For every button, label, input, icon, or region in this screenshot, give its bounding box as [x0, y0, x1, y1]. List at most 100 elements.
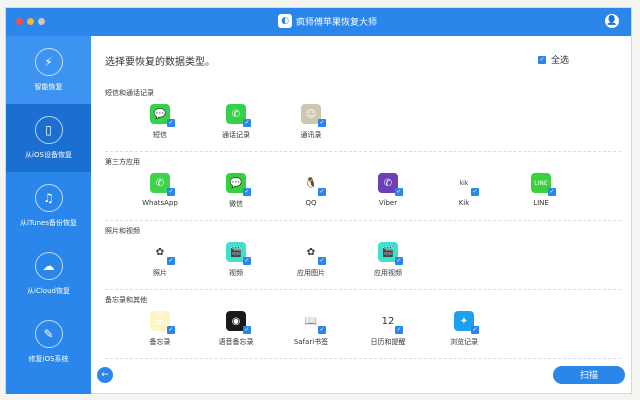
qq-icon: 🐧 ✓ [301, 173, 326, 196]
item-label: 应用图片 [297, 269, 325, 277]
smart-recovery-icon: ⚡ [34, 48, 63, 76]
data-type-item[interactable]: kik ✓ Kik [429, 173, 499, 207]
icon-glyph: ☰ [155, 315, 165, 327]
app-video-icon: 🎬 ✓ [378, 242, 403, 265]
checkbox-icon: ✓ [537, 55, 546, 64]
sidebar-item-2[interactable]: ♫ 从iTunes备份恢复 [6, 172, 91, 240]
page-title: 选择要恢复的数据类型。 [105, 57, 215, 68]
zoom-button[interactable] [38, 18, 45, 25]
item-label: 通话记录 [222, 131, 250, 139]
checkbox-icon[interactable]: ✓ [318, 257, 326, 265]
section-label: 第三方应用 [105, 158, 140, 166]
checkbox-icon[interactable]: ✓ [471, 188, 479, 196]
user-account-icon[interactable]: 👤 [605, 14, 619, 28]
checkbox-icon[interactable]: ✓ [395, 326, 403, 334]
minimize-button[interactable] [27, 18, 34, 25]
data-type-item[interactable]: ✆ ✓ 通话记录 [201, 104, 271, 140]
app-logo-icon: ◐ [278, 14, 292, 28]
sidebar-item-label: 修复iOS系统 [28, 355, 69, 363]
section-1: 第三方应用 ✆ ✓ WhatsApp 💬 ✓ 微信 🐧 ✓ QQ ✆ ✓ Viber kik ✓ Kik LIN… [105, 157, 621, 219]
video-icon: 🎬 ✓ [226, 242, 251, 265]
checkbox-icon[interactable]: ✓ [243, 188, 251, 196]
wechat-icon: 💬 ✓ [226, 173, 251, 196]
data-type-item[interactable]: 12 ✓ 日历和提醒 [353, 311, 423, 347]
checkbox-icon[interactable]: ✓ [167, 326, 175, 334]
checkbox-icon[interactable]: ✓ [243, 119, 251, 127]
select-all-label: 全选 [550, 56, 569, 66]
sidebar-item-3[interactable]: ☁ 从iCloud恢复 [6, 240, 91, 308]
data-type-item[interactable]: ☺ ✓ 通讯录 [276, 104, 346, 140]
data-type-item[interactable]: 🐧 ✓ QQ [276, 173, 346, 207]
back-button[interactable]: ← [97, 367, 113, 383]
phone-call-icon: ✆ ✓ [226, 104, 251, 127]
icon-glyph: 💬 [229, 177, 243, 189]
data-type-item[interactable]: ☰ ✓ 备忘录 [125, 311, 195, 347]
checkbox-icon[interactable]: ✓ [471, 326, 479, 334]
icon-glyph: ◉ [231, 315, 241, 327]
wrench-icon: ✎ [34, 320, 63, 348]
item-label: LINE [533, 199, 549, 207]
safari-icon: ✦ ✓ [454, 311, 479, 334]
sidebar: ⚡ 智能恢复 ▯ 从iOS设备恢复 ♫ 从iTunes备份恢复 ☁ 从iCloud恢复 ✎ 修复i… [6, 36, 91, 394]
viber-icon: ✆ ✓ [378, 173, 403, 196]
sidebar-item-1[interactable]: ▯ 从iOS设备恢复 [6, 104, 91, 172]
checkbox-icon[interactable]: ✓ [395, 257, 403, 265]
divider [105, 220, 621, 221]
close-button[interactable] [16, 18, 23, 25]
section-label: 短信和通话记录 [105, 89, 154, 97]
checkbox-icon[interactable]: ✓ [395, 188, 403, 196]
item-label: 照片 [153, 269, 167, 277]
whatsapp-icon: ✆ ✓ [150, 173, 175, 196]
cloud-icon: ☁ [34, 252, 63, 280]
checkbox-icon[interactable]: ✓ [243, 257, 251, 265]
data-type-item[interactable]: ✿ ✓ 应用图片 [276, 242, 346, 278]
music-icon: ♫ [34, 184, 63, 212]
data-type-item[interactable]: 💬 ✓ 微信 [201, 173, 271, 209]
data-type-item[interactable]: 💬 ✓ 短信 [125, 104, 195, 140]
icon-glyph: 🎬 [229, 246, 243, 258]
photos-icon: ✿ ✓ [150, 242, 175, 265]
item-label: 短信 [153, 131, 167, 139]
window-title: ◐ 疯师傅苹果恢复大师 [278, 14, 377, 28]
checkbox-icon[interactable]: ✓ [548, 188, 556, 196]
section-0: 短信和通话记录 💬 ✓ 短信 ✆ ✓ 通话记录 ☺ ✓ 通讯录 [105, 88, 621, 150]
select-all-checkbox[interactable]: ✓ 全选 [537, 53, 569, 66]
checkbox-icon[interactable]: ✓ [167, 257, 175, 265]
item-label: Viber [378, 199, 398, 207]
divider [105, 151, 621, 152]
checkbox-icon[interactable]: ✓ [243, 326, 251, 334]
icon-glyph: kik [459, 179, 469, 187]
checkbox-icon[interactable]: ✓ [318, 188, 326, 196]
app-photos-icon: ✿ ✓ [301, 242, 326, 265]
data-type-item[interactable]: 🎬 ✓ 视频 [201, 242, 271, 278]
data-type-item[interactable]: 📖 ✓ Safari书签 [276, 311, 346, 347]
messages-icon: 💬 ✓ [150, 104, 175, 127]
item-label: 日历和提醒 [370, 338, 406, 346]
data-type-item[interactable]: LINE ✓ LINE [506, 173, 576, 207]
window-title-text: 疯师傅苹果恢复大师 [296, 17, 378, 28]
scan-button[interactable]: 扫描 [553, 366, 625, 384]
bookmarks-icon: 📖 ✓ [301, 311, 326, 334]
item-label: 浏览记录 [450, 338, 478, 346]
data-type-item[interactable]: ✆ ✓ WhatsApp [125, 173, 195, 207]
voice-memo-icon: ◉ ✓ [226, 311, 251, 334]
item-label: 语音备忘录 [218, 338, 254, 346]
notes-icon: ☰ ✓ [150, 311, 175, 334]
checkbox-icon[interactable]: ✓ [318, 326, 326, 334]
item-label: 通讯录 [300, 131, 322, 139]
item-label: WhatsApp [142, 199, 178, 207]
icon-glyph: ✦ [459, 315, 469, 327]
sidebar-item-label: 从iCloud恢复 [27, 287, 70, 295]
checkbox-icon[interactable]: ✓ [167, 119, 175, 127]
data-type-item[interactable]: ◉ ✓ 语音备忘录 [201, 311, 271, 347]
checkbox-icon[interactable]: ✓ [318, 119, 326, 127]
sidebar-item-0[interactable]: ⚡ 智能恢复 [6, 36, 91, 104]
item-label: 应用视频 [374, 269, 402, 277]
checkbox-icon[interactable]: ✓ [167, 188, 175, 196]
sidebar-item-4[interactable]: ✎ 修复iOS系统 [6, 308, 91, 376]
data-type-item[interactable]: 🎬 ✓ 应用视频 [353, 242, 423, 278]
data-type-item[interactable]: ✆ ✓ Viber [353, 173, 423, 207]
sidebar-item-label: 从iTunes备份恢复 [20, 219, 77, 227]
data-type-item[interactable]: ✿ ✓ 照片 [125, 242, 195, 278]
data-type-item[interactable]: ✦ ✓ 浏览记录 [429, 311, 499, 347]
